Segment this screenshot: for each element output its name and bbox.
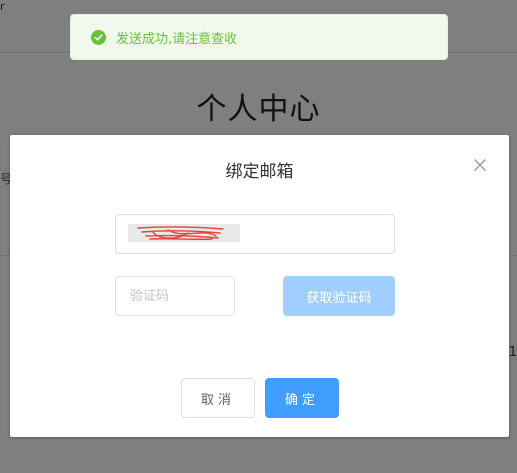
success-toast: 发送成功,请注意查收 (70, 14, 448, 60)
cancel-button[interactable]: 取消 (181, 378, 255, 418)
email-field[interactable] (115, 214, 395, 254)
bind-email-dialog: 绑定邮箱 获取验证码 取消 确定 (10, 135, 509, 437)
confirm-button[interactable]: 确定 (265, 378, 339, 418)
verification-code-input[interactable] (115, 276, 235, 316)
dialog-title: 绑定邮箱 (225, 162, 294, 182)
redaction-scribble (128, 224, 240, 242)
get-code-button[interactable]: 获取验证码 (283, 276, 395, 316)
toast-message: 发送成功,请注意查收 (116, 31, 238, 47)
close-icon[interactable] (473, 157, 487, 171)
check-circle-icon (91, 29, 106, 45)
